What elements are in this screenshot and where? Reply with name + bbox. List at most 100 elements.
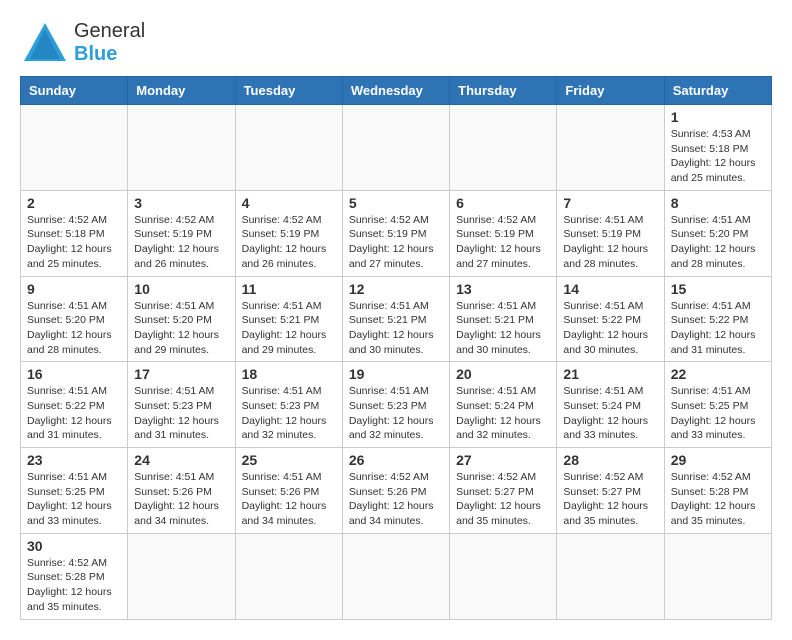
day-number: 19: [349, 366, 443, 382]
day-number: 13: [456, 281, 550, 297]
calendar-cell: 28 Sunrise: 4:52 AM Sunset: 5:27 PM Dayli…: [557, 448, 664, 534]
calendar-cell: 22 Sunrise: 4:51 AM Sunset: 5:25 PM Dayli…: [664, 362, 771, 448]
calendar-cell: 15 Sunrise: 4:51 AM Sunset: 5:22 PM Dayli…: [664, 276, 771, 362]
day-info: Sunrise: 4:52 AM Sunset: 5:27 PM Dayligh…: [456, 470, 550, 529]
day-number: 15: [671, 281, 765, 297]
day-info: Sunrise: 4:51 AM Sunset: 5:20 PM Dayligh…: [27, 299, 121, 358]
calendar-header-tuesday: Tuesday: [235, 77, 342, 105]
day-info: Sunrise: 4:51 AM Sunset: 5:22 PM Dayligh…: [27, 384, 121, 443]
calendar-cell: 13 Sunrise: 4:51 AM Sunset: 5:21 PM Dayli…: [450, 276, 557, 362]
day-number: 12: [349, 281, 443, 297]
calendar-week-0: 1 Sunrise: 4:53 AM Sunset: 5:18 PM Daylig…: [21, 105, 772, 191]
day-info: Sunrise: 4:51 AM Sunset: 5:21 PM Dayligh…: [456, 299, 550, 358]
day-number: 20: [456, 366, 550, 382]
calendar-cell: 18Sunrise: 4:51 AM Sunset: 5:23 PM Dayli…: [235, 362, 342, 448]
calendar-cell: 27 Sunrise: 4:52 AM Sunset: 5:27 PM Dayli…: [450, 448, 557, 534]
calendar-cell: [342, 533, 449, 619]
day-info: Sunrise: 4:51 AM Sunset: 5:26 PM Dayligh…: [242, 470, 336, 529]
calendar-week-5: 30Sunrise: 4:52 AM Sunset: 5:28 PM Dayli…: [21, 533, 772, 619]
day-number: 24: [134, 452, 228, 468]
day-number: 8: [671, 195, 765, 211]
day-info: Sunrise: 4:51 AM Sunset: 5:20 PM Dayligh…: [134, 299, 228, 358]
calendar-week-2: 9 Sunrise: 4:51 AM Sunset: 5:20 PM Daylig…: [21, 276, 772, 362]
calendar-cell: [342, 105, 449, 191]
calendar-header-friday: Friday: [557, 77, 664, 105]
day-number: 29: [671, 452, 765, 468]
day-number: 22: [671, 366, 765, 382]
day-number: 2: [27, 195, 121, 211]
day-info: Sunrise: 4:51 AM Sunset: 5:23 PM Dayligh…: [134, 384, 228, 443]
day-number: 28: [563, 452, 657, 468]
calendar-cell: 9 Sunrise: 4:51 AM Sunset: 5:20 PM Daylig…: [21, 276, 128, 362]
calendar-cell: [450, 533, 557, 619]
calendar-cell: 30Sunrise: 4:52 AM Sunset: 5:28 PM Dayli…: [21, 533, 128, 619]
day-info: Sunrise: 4:51 AM Sunset: 5:24 PM Dayligh…: [456, 384, 550, 443]
day-info: Sunrise: 4:52 AM Sunset: 5:18 PM Dayligh…: [27, 213, 121, 272]
calendar-cell: 7Sunrise: 4:51 AM Sunset: 5:19 PM Daylig…: [557, 190, 664, 276]
calendar-cell: [664, 533, 771, 619]
calendar-cell: 5Sunrise: 4:52 AM Sunset: 5:19 PM Daylig…: [342, 190, 449, 276]
day-number: 25: [242, 452, 336, 468]
calendar-cell: 11Sunrise: 4:51 AM Sunset: 5:21 PM Dayli…: [235, 276, 342, 362]
calendar-cell: 20 Sunrise: 4:51 AM Sunset: 5:24 PM Dayli…: [450, 362, 557, 448]
calendar-week-3: 16Sunrise: 4:51 AM Sunset: 5:22 PM Dayli…: [21, 362, 772, 448]
logo-general-text: General: [74, 20, 145, 42]
calendar-cell: 26 Sunrise: 4:52 AM Sunset: 5:26 PM Dayli…: [342, 448, 449, 534]
day-number: 7: [563, 195, 657, 211]
calendar-header-wednesday: Wednesday: [342, 77, 449, 105]
calendar-cell: [235, 105, 342, 191]
calendar-header-saturday: Saturday: [664, 77, 771, 105]
calendar-cell: 16Sunrise: 4:51 AM Sunset: 5:22 PM Dayli…: [21, 362, 128, 448]
calendar-cell: 8Sunrise: 4:51 AM Sunset: 5:20 PM Daylig…: [664, 190, 771, 276]
calendar-cell: [557, 105, 664, 191]
calendar-cell: 4 Sunrise: 4:52 AM Sunset: 5:19 PM Daylig…: [235, 190, 342, 276]
calendar-cell: 29 Sunrise: 4:52 AM Sunset: 5:28 PM Dayli…: [664, 448, 771, 534]
calendar-header-thursday: Thursday: [450, 77, 557, 105]
logo: General Blue: [20, 20, 145, 66]
calendar-body: 1 Sunrise: 4:53 AM Sunset: 5:18 PM Daylig…: [21, 105, 772, 620]
day-number: 3: [134, 195, 228, 211]
day-info: Sunrise: 4:52 AM Sunset: 5:27 PM Dayligh…: [563, 470, 657, 529]
calendar-cell: 1 Sunrise: 4:53 AM Sunset: 5:18 PM Daylig…: [664, 105, 771, 191]
day-number: 4: [242, 195, 336, 211]
day-info: Sunrise: 4:51 AM Sunset: 5:26 PM Dayligh…: [134, 470, 228, 529]
calendar-header-sunday: Sunday: [21, 77, 128, 105]
calendar-week-4: 23Sunrise: 4:51 AM Sunset: 5:25 PM Dayli…: [21, 448, 772, 534]
day-info: Sunrise: 4:51 AM Sunset: 5:22 PM Dayligh…: [671, 299, 765, 358]
calendar-cell: 2 Sunrise: 4:52 AM Sunset: 5:18 PM Daylig…: [21, 190, 128, 276]
calendar-cell: [450, 105, 557, 191]
day-info: Sunrise: 4:52 AM Sunset: 5:19 PM Dayligh…: [349, 213, 443, 272]
day-number: 9: [27, 281, 121, 297]
day-info: Sunrise: 4:51 AM Sunset: 5:24 PM Dayligh…: [563, 384, 657, 443]
logo-svg: [20, 21, 70, 65]
day-info: Sunrise: 4:53 AM Sunset: 5:18 PM Dayligh…: [671, 127, 765, 186]
calendar-cell: 3Sunrise: 4:52 AM Sunset: 5:19 PM Daylig…: [128, 190, 235, 276]
day-number: 26: [349, 452, 443, 468]
calendar-week-1: 2 Sunrise: 4:52 AM Sunset: 5:18 PM Daylig…: [21, 190, 772, 276]
day-info: Sunrise: 4:51 AM Sunset: 5:25 PM Dayligh…: [671, 384, 765, 443]
day-info: Sunrise: 4:52 AM Sunset: 5:19 PM Dayligh…: [242, 213, 336, 272]
calendar-cell: 10Sunrise: 4:51 AM Sunset: 5:20 PM Dayli…: [128, 276, 235, 362]
day-info: Sunrise: 4:51 AM Sunset: 5:22 PM Dayligh…: [563, 299, 657, 358]
calendar-cell: 12 Sunrise: 4:51 AM Sunset: 5:21 PM Dayli…: [342, 276, 449, 362]
day-number: 1: [671, 109, 765, 125]
day-info: Sunrise: 4:51 AM Sunset: 5:21 PM Dayligh…: [349, 299, 443, 358]
logo-blue-text: Blue: [74, 43, 117, 65]
calendar-cell: 25 Sunrise: 4:51 AM Sunset: 5:26 PM Dayli…: [235, 448, 342, 534]
page-header: General Blue: [20, 20, 772, 66]
day-number: 17: [134, 366, 228, 382]
day-number: 6: [456, 195, 550, 211]
day-info: Sunrise: 4:51 AM Sunset: 5:23 PM Dayligh…: [349, 384, 443, 443]
calendar-table: SundayMondayTuesdayWednesdayThursdayFrid…: [20, 76, 772, 620]
day-info: Sunrise: 4:52 AM Sunset: 5:26 PM Dayligh…: [349, 470, 443, 529]
calendar-cell: [235, 533, 342, 619]
day-info: Sunrise: 4:52 AM Sunset: 5:28 PM Dayligh…: [671, 470, 765, 529]
calendar-cell: [128, 533, 235, 619]
calendar-header-row: SundayMondayTuesdayWednesdayThursdayFrid…: [21, 77, 772, 105]
day-number: 27: [456, 452, 550, 468]
calendar-cell: 23Sunrise: 4:51 AM Sunset: 5:25 PM Dayli…: [21, 448, 128, 534]
calendar-cell: [128, 105, 235, 191]
calendar-header-monday: Monday: [128, 77, 235, 105]
day-number: 14: [563, 281, 657, 297]
calendar-cell: 14 Sunrise: 4:51 AM Sunset: 5:22 PM Dayli…: [557, 276, 664, 362]
